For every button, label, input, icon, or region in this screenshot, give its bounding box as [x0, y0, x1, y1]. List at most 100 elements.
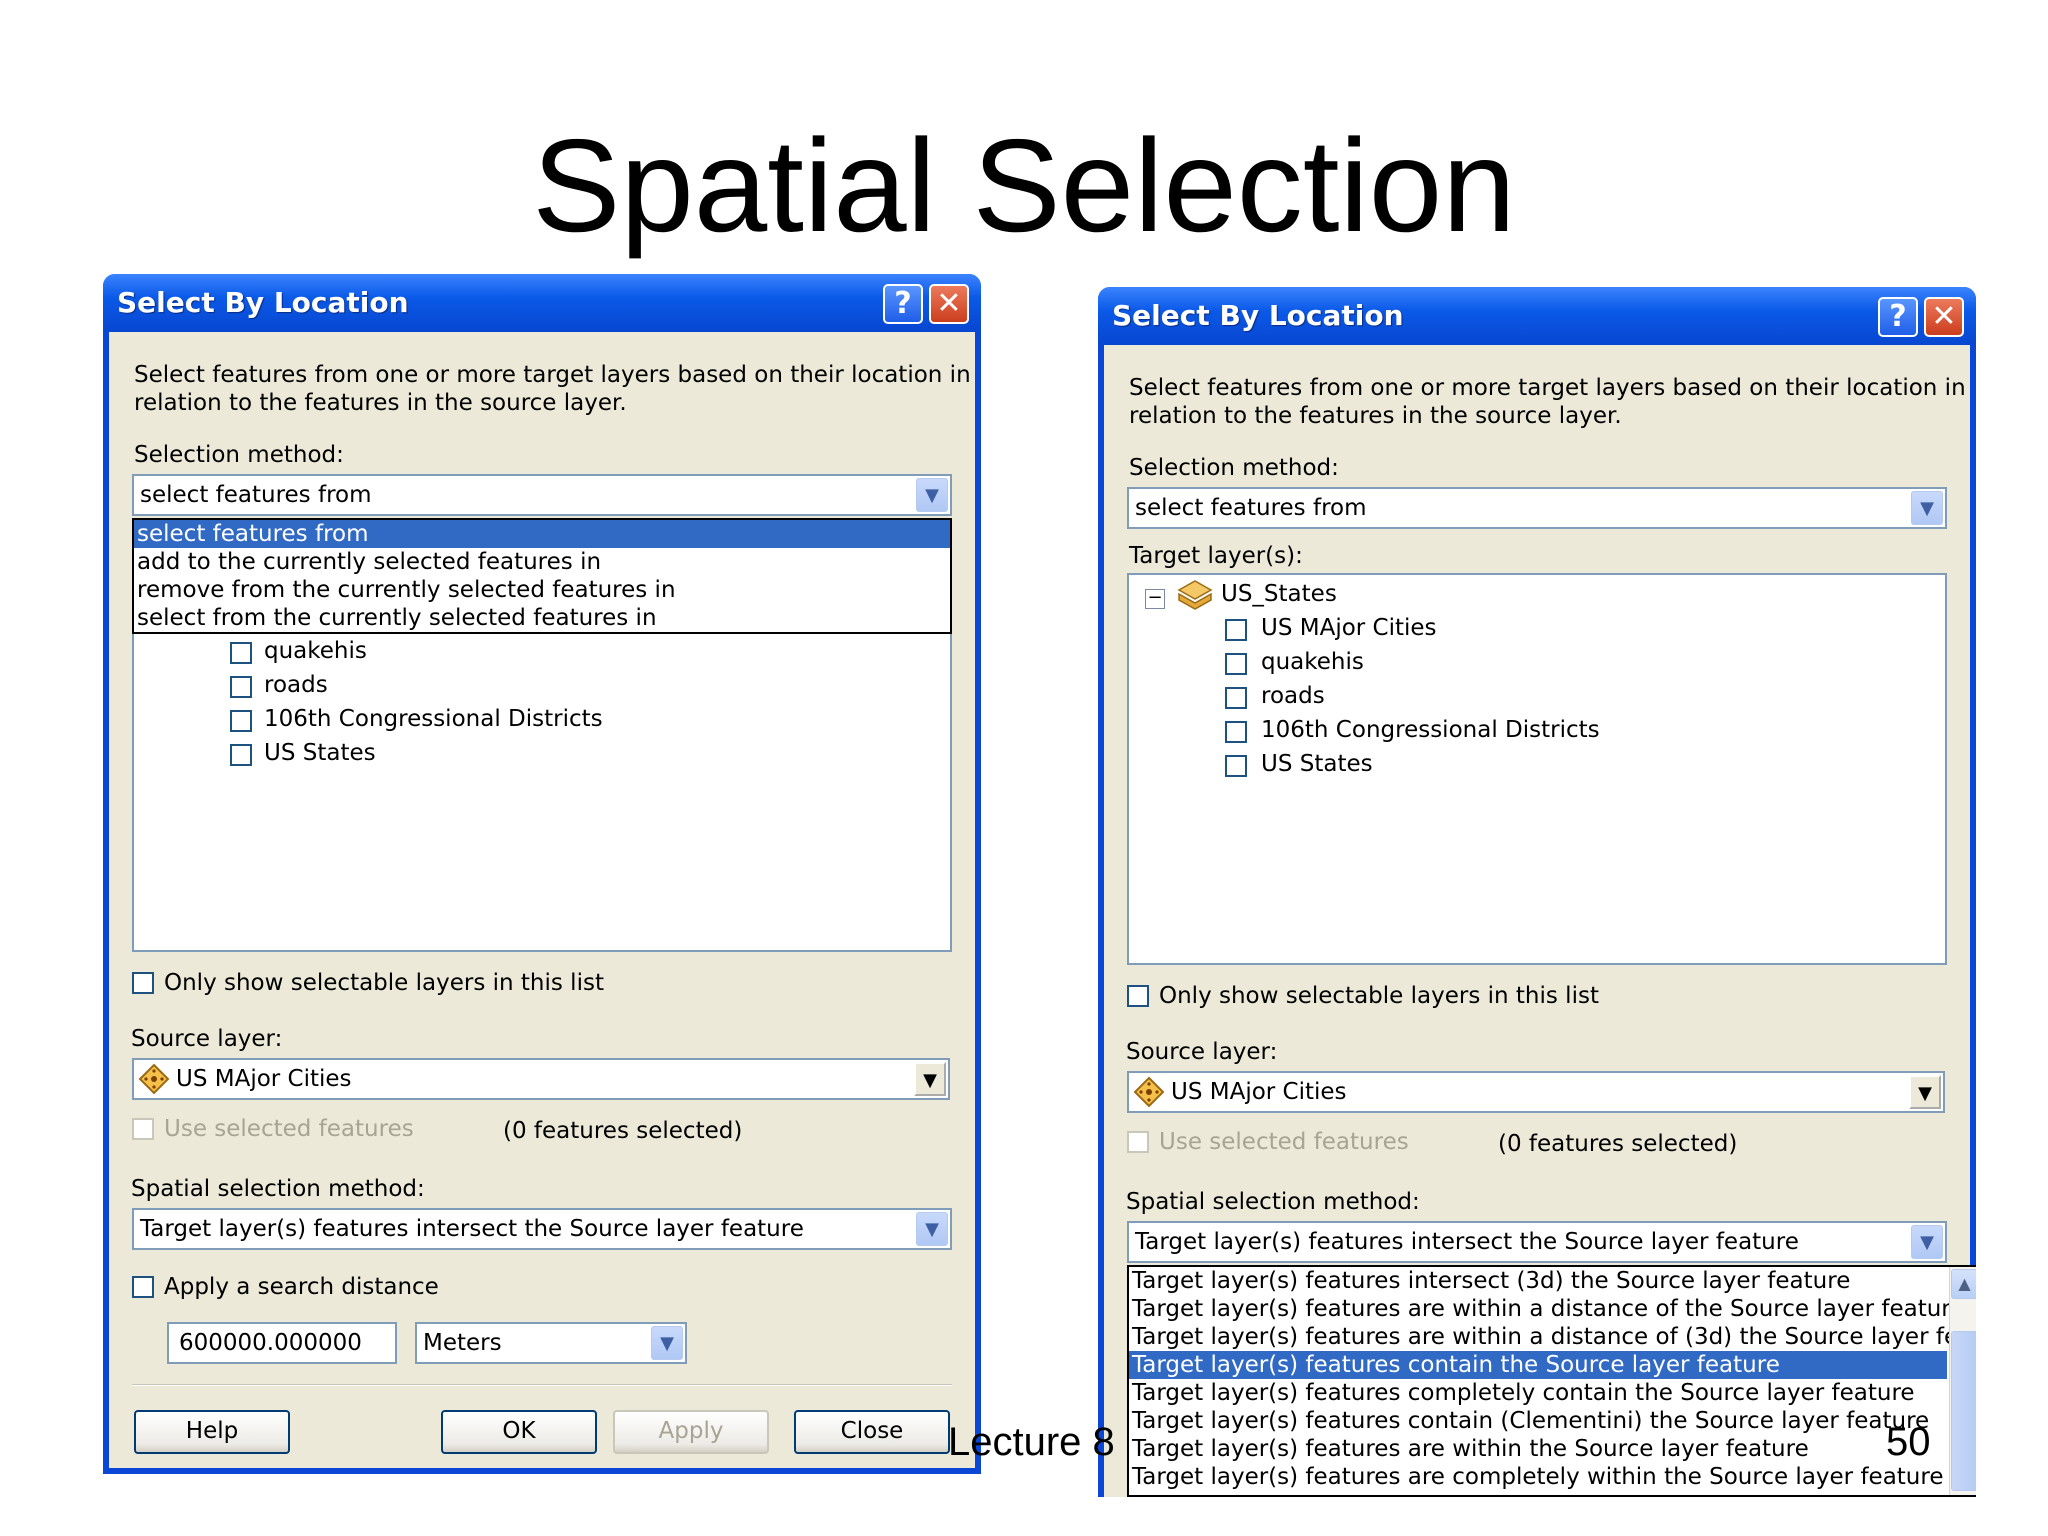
- selection-method-label: Selection method:: [1129, 455, 1339, 481]
- tree-collapse-icon[interactable]: −: [1145, 589, 1165, 609]
- slide-footer-label: Lecture 8: [948, 1420, 1115, 1464]
- dialog-1-body: Select features from one or more target …: [109, 332, 975, 1468]
- layer-item-us-states: US States: [264, 740, 376, 766]
- select-by-location-dialog-2: Select By Location ? ✕ Select features f…: [1098, 287, 1976, 1497]
- spatial-method-value: Target layer(s) features intersect the S…: [1135, 1229, 1799, 1255]
- layer-item-quakehis: quakehis: [264, 638, 367, 664]
- layer-checkbox-us-states[interactable]: [1225, 755, 1247, 777]
- dialog-2-titlebar[interactable]: Select By Location ? ✕: [1098, 287, 1976, 345]
- spatial-method-option[interactable]: Target layer(s) features are within a di…: [1129, 1295, 1964, 1323]
- chevron-down-icon[interactable]: ▼: [1909, 1075, 1941, 1109]
- use-selected-label: Use selected features: [164, 1116, 414, 1142]
- help-icon[interactable]: ?: [883, 284, 923, 324]
- use-selected-checkbox[interactable]: [1127, 1131, 1149, 1153]
- spatial-method-option[interactable]: Target layer(s) features are within a di…: [1129, 1323, 1976, 1351]
- help-button[interactable]: Help: [134, 1410, 290, 1454]
- layer-checkbox-quakehis[interactable]: [1225, 653, 1247, 675]
- spatial-method-combo[interactable]: Target layer(s) features intersect the S…: [132, 1208, 952, 1250]
- selection-method-dropdown[interactable]: select features from add to the currentl…: [132, 518, 952, 634]
- source-layer-label: Source layer:: [131, 1026, 283, 1052]
- layer-checkbox-roads[interactable]: [1225, 687, 1247, 709]
- scroll-up-icon[interactable]: ▲: [1951, 1269, 1976, 1299]
- search-distance-label: Apply a search distance: [164, 1274, 439, 1300]
- close-button[interactable]: Close: [794, 1410, 950, 1454]
- search-distance-checkbox[interactable]: [132, 1276, 154, 1298]
- slide-page-number: 50: [1886, 1420, 1931, 1464]
- source-layer-label: Source layer:: [1126, 1039, 1278, 1065]
- description-line-2: relation to the features in the source l…: [134, 390, 627, 416]
- spatial-method-option[interactable]: Target layer(s) features intersect (3d) …: [1129, 1267, 1947, 1295]
- layer-checkbox-us-major-cities[interactable]: [1225, 619, 1247, 641]
- selection-method-label: Selection method:: [134, 442, 344, 468]
- selection-method-value: select features from: [1135, 495, 1367, 521]
- layer-item-congressional-districts: 106th Congressional Districts: [1261, 717, 1600, 743]
- layer-item-quakehis: quakehis: [1261, 649, 1364, 675]
- button-separator: [132, 1384, 952, 1386]
- layer-checkbox-congressional-districts[interactable]: [1225, 721, 1247, 743]
- selection-method-value: select features from: [140, 482, 372, 508]
- layer-checkbox-congressional-districts[interactable]: [230, 710, 252, 732]
- chevron-down-icon[interactable]: ▼: [916, 478, 948, 512]
- chevron-down-icon[interactable]: ▼: [651, 1326, 683, 1360]
- selection-method-option[interactable]: select from the currently selected featu…: [134, 604, 950, 632]
- only-selectable-label: Only show selectable layers in this list: [1159, 983, 1599, 1009]
- help-icon[interactable]: ?: [1878, 297, 1918, 337]
- chevron-down-icon[interactable]: ▼: [1911, 1225, 1943, 1259]
- target-layers-label: Target layer(s):: [1129, 543, 1303, 569]
- close-icon[interactable]: ✕: [1924, 297, 1964, 337]
- use-selected-checkbox[interactable]: [132, 1118, 154, 1140]
- description-line-1: Select features from one or more target …: [1129, 375, 1966, 401]
- layer-group-icon: [1177, 580, 1213, 610]
- layer-checkbox-roads[interactable]: [230, 676, 252, 698]
- distance-input[interactable]: 600000.000000: [167, 1322, 397, 1364]
- units-combo[interactable]: Meters ▼: [415, 1322, 687, 1364]
- spatial-method-combo[interactable]: Target layer(s) features intersect the S…: [1127, 1221, 1947, 1263]
- features-selected-count: (0 features selected): [1498, 1131, 1738, 1157]
- selection-method-option[interactable]: select features from: [134, 520, 950, 548]
- target-layers-list[interactable]: − US_States US MAjor Cities quakehis roa…: [1127, 573, 1947, 965]
- units-value: Meters: [423, 1330, 502, 1356]
- spatial-method-label: Spatial selection method:: [1126, 1189, 1420, 1215]
- selection-method-option[interactable]: remove from the currently selected featu…: [134, 576, 950, 604]
- use-selected-label: Use selected features: [1159, 1129, 1409, 1155]
- features-selected-count: (0 features selected): [503, 1118, 743, 1144]
- spatial-method-label: Spatial selection method:: [131, 1176, 425, 1202]
- spatial-method-dropdown[interactable]: Target layer(s) features intersect (3d) …: [1127, 1265, 1976, 1497]
- dialog-2-body: Select features from one or more target …: [1104, 345, 1976, 1497]
- chevron-down-icon[interactable]: ▼: [914, 1062, 946, 1096]
- only-selectable-checkbox[interactable]: [1127, 985, 1149, 1007]
- selection-method-combo[interactable]: select features from ▼: [132, 474, 952, 516]
- chevron-down-icon[interactable]: ▼: [1911, 491, 1943, 525]
- spatial-method-value: Target layer(s) features intersect the S…: [140, 1216, 804, 1242]
- selection-method-option[interactable]: add to the currently selected features i…: [134, 548, 950, 576]
- layer-checkbox-quakehis[interactable]: [230, 642, 252, 664]
- layer-item-us-states: US States: [1261, 751, 1373, 777]
- tree-root-us-states[interactable]: US_States: [1221, 581, 1337, 607]
- spatial-method-option[interactable]: Target layer(s) features are within the …: [1129, 1435, 1947, 1463]
- slide-title: Spatial Selection: [532, 112, 1516, 259]
- chevron-down-icon[interactable]: ▼: [916, 1212, 948, 1246]
- select-by-location-dialog-1: Select By Location ? ✕ Select features f…: [103, 274, 981, 1474]
- ok-button[interactable]: OK: [441, 1410, 597, 1454]
- dropdown-scrollbar[interactable]: ▲: [1949, 1267, 1976, 1495]
- source-layer-combo[interactable]: US MAjor Cities ▼: [1127, 1071, 1945, 1113]
- spatial-method-option[interactable]: Target layer(s) features completely cont…: [1129, 1379, 1947, 1407]
- only-selectable-checkbox[interactable]: [132, 972, 154, 994]
- selection-method-combo[interactable]: select features from ▼: [1127, 487, 1947, 529]
- source-layer-value: US MAjor Cities: [176, 1066, 352, 1092]
- dialog-1-titlebar[interactable]: Select By Location ? ✕: [103, 274, 981, 332]
- scroll-thumb[interactable]: [1951, 1331, 1976, 1491]
- dialog-1-title: Select By Location: [117, 286, 409, 319]
- layer-checkbox-us-states[interactable]: [230, 744, 252, 766]
- spatial-method-option[interactable]: Target layer(s) features contain (Clemen…: [1129, 1407, 1947, 1435]
- spatial-method-option[interactable]: Target layer(s) features contain the Sou…: [1129, 1351, 1947, 1379]
- close-icon[interactable]: ✕: [929, 284, 969, 324]
- spatial-method-option[interactable]: Target layer(s) features are completely …: [1129, 1463, 1947, 1491]
- layer-item-roads: roads: [1261, 683, 1325, 709]
- apply-button[interactable]: Apply: [613, 1410, 769, 1454]
- source-layer-combo[interactable]: US MAjor Cities ▼: [132, 1058, 950, 1100]
- layer-item-roads: roads: [264, 672, 328, 698]
- only-selectable-label: Only show selectable layers in this list: [164, 970, 604, 996]
- description-line-1: Select features from one or more target …: [134, 362, 971, 388]
- dialog-2-title: Select By Location: [1112, 299, 1404, 332]
